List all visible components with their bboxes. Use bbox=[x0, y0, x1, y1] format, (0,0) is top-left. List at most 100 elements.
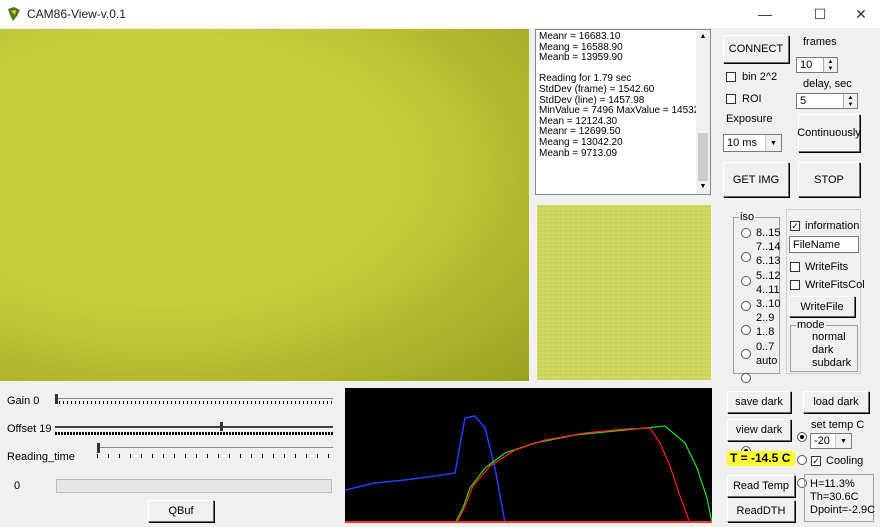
log-line: Meanb = 13959.90 bbox=[539, 52, 623, 64]
offset-slider[interactable] bbox=[55, 422, 333, 435]
spin-up-icon[interactable]: ▲ bbox=[844, 94, 857, 101]
minimize-button[interactable]: — bbox=[742, 0, 788, 28]
iso-group-title: iso bbox=[739, 211, 756, 223]
bin-checkbox[interactable] bbox=[726, 72, 736, 82]
scroll-down-icon[interactable]: ▼ bbox=[696, 180, 710, 194]
frames-spinner[interactable]: 10 ▲ ▼ bbox=[796, 57, 838, 73]
delay-spinner[interactable]: 5 ▲ ▼ bbox=[796, 93, 858, 109]
iso-option-label: 2..9 bbox=[756, 312, 775, 325]
iso-option-label: 4..11 bbox=[756, 283, 780, 296]
exposure-label: Exposure bbox=[726, 113, 773, 125]
mode-option-label: dark bbox=[812, 344, 834, 356]
camera-image-view bbox=[0, 29, 529, 381]
graph-background bbox=[345, 388, 712, 523]
iso-option-label: 1..8 bbox=[756, 326, 775, 339]
scroll-up-icon[interactable]: ▲ bbox=[696, 30, 710, 44]
iso-option-label: auto bbox=[756, 354, 778, 367]
iso-option-label: 7..14 bbox=[756, 241, 781, 254]
spin-up-icon[interactable]: ▲ bbox=[824, 58, 837, 65]
exposure-value: 10 ms bbox=[727, 137, 757, 149]
cooling-checkbox[interactable]: ✓ bbox=[811, 456, 821, 466]
progress-value-label: 0 bbox=[14, 480, 21, 492]
progress-bar bbox=[56, 479, 332, 493]
spin-down-icon[interactable]: ▼ bbox=[844, 101, 857, 108]
iso-option-label: 0..7 bbox=[756, 340, 775, 353]
log-text: Meanr = 16683.10 Meang = 16588.90 Meanb = … bbox=[539, 31, 699, 159]
iso-radio[interactable] bbox=[741, 324, 751, 335]
close-button[interactable]: ✕ bbox=[838, 0, 880, 28]
mode-radio[interactable] bbox=[797, 455, 807, 465]
scroll-thumb[interactable] bbox=[698, 133, 708, 181]
spin-down-icon[interactable]: ▼ bbox=[824, 65, 837, 72]
iso-option-label: 8..15 bbox=[756, 227, 781, 239]
zoom-preview bbox=[537, 205, 711, 380]
read-temp-button[interactable]: Read Temp bbox=[727, 475, 795, 497]
read-dth-button[interactable]: ReadDTH bbox=[727, 500, 795, 522]
qbuf-button[interactable]: QBuf bbox=[148, 500, 214, 522]
frames-label: frames bbox=[803, 36, 837, 48]
cooling-label: Cooling bbox=[826, 455, 864, 467]
offset-label: Offset 19 bbox=[7, 423, 52, 435]
slider-thumb[interactable] bbox=[55, 394, 58, 404]
iso-radio[interactable] bbox=[741, 373, 751, 384]
window-title: CAM86-View-v.0.1 bbox=[27, 7, 126, 21]
writefits-checkbox[interactable] bbox=[790, 262, 800, 272]
dth-readout: H=11.3% Th=30.6C Dpoint=-2.9C bbox=[804, 474, 876, 522]
writefitscol-label: WriteFitsCol bbox=[805, 279, 865, 291]
delay-label: delay, sec bbox=[803, 78, 852, 90]
load-dark-button[interactable]: load dark bbox=[803, 391, 869, 413]
log-line: StdDev (frame) = 1542.60 bbox=[539, 83, 655, 95]
app-icon bbox=[7, 7, 21, 21]
writefile-button[interactable]: WriteFile bbox=[789, 296, 855, 317]
filename-value: FileName bbox=[793, 238, 841, 251]
mode-option-label: normal bbox=[812, 331, 846, 343]
connect-button[interactable]: CONNECT bbox=[723, 35, 789, 63]
gain-slider[interactable] bbox=[55, 394, 333, 404]
information-label: information bbox=[805, 220, 860, 232]
log-textarea[interactable]: Meanr = 16683.10 Meang = 16588.90 Meanb = … bbox=[535, 29, 711, 195]
iso-option-label: 5..12 bbox=[756, 269, 781, 282]
roi-checkbox[interactable] bbox=[726, 94, 736, 104]
iso-option-label: 6..13 bbox=[756, 255, 781, 268]
mode-radio[interactable] bbox=[797, 432, 807, 442]
histogram-graph bbox=[345, 388, 712, 523]
log-line: Meanb = 9713.09 bbox=[539, 147, 618, 159]
information-checkbox[interactable]: ✓ bbox=[790, 221, 800, 231]
chevron-down-icon[interactable]: ▼ bbox=[835, 434, 851, 448]
iso-radio[interactable] bbox=[741, 228, 751, 238]
slider-thumb[interactable] bbox=[220, 422, 223, 431]
log-scrollbar[interactable]: ▲ ▼ bbox=[696, 30, 710, 194]
mode-group-title: mode bbox=[796, 319, 826, 331]
view-dark-button[interactable]: view dark bbox=[727, 419, 791, 441]
save-dark-button[interactable]: save dark bbox=[727, 391, 791, 413]
temp-dth-text: Th=30.6C bbox=[810, 491, 859, 503]
temperature-readout: T = -14.5 C bbox=[727, 451, 795, 466]
reading-time-label: Reading_time bbox=[7, 451, 75, 463]
get-img-button[interactable]: GET IMG bbox=[723, 162, 789, 197]
humidity-text: H=11.3% bbox=[810, 478, 855, 490]
continuously-button[interactable]: Continuously bbox=[797, 114, 861, 152]
iso-radio[interactable] bbox=[741, 349, 751, 359]
writefitscol-checkbox[interactable] bbox=[790, 280, 800, 290]
chevron-down-icon[interactable]: ▼ bbox=[765, 135, 781, 151]
bin-label: bin 2^2 bbox=[742, 71, 778, 83]
filename-input[interactable]: FileName bbox=[789, 236, 859, 253]
mode-option-label: subdark bbox=[812, 357, 852, 369]
frames-value: 10 bbox=[800, 59, 813, 71]
iso-option-label: 3..10 bbox=[756, 298, 781, 310]
log-line: Meang = 13042.20 bbox=[539, 136, 623, 148]
exposure-select[interactable]: 10 ms ▼ bbox=[723, 134, 782, 152]
set-temp-label: set temp C bbox=[811, 419, 865, 431]
log-line: Meanr = 16683.10 bbox=[539, 31, 621, 42]
title-bar: CAM86-View-v.0.1 — ☐ ✕ bbox=[0, 0, 880, 28]
gain-label: Gain 0 bbox=[7, 395, 40, 407]
reading-time-slider[interactable] bbox=[97, 443, 333, 458]
slider-thumb[interactable] bbox=[97, 443, 100, 453]
writefits-label: WriteFits bbox=[805, 261, 849, 273]
iso-radio[interactable] bbox=[741, 300, 751, 311]
maximize-button[interactable]: ☐ bbox=[797, 0, 843, 28]
set-temp-select[interactable]: -20 ▼ bbox=[810, 433, 852, 449]
roi-label: ROI bbox=[742, 93, 762, 105]
dewpoint-text: Dpoint=-2.9C bbox=[810, 504, 876, 516]
stop-button[interactable]: STOP bbox=[798, 162, 860, 197]
